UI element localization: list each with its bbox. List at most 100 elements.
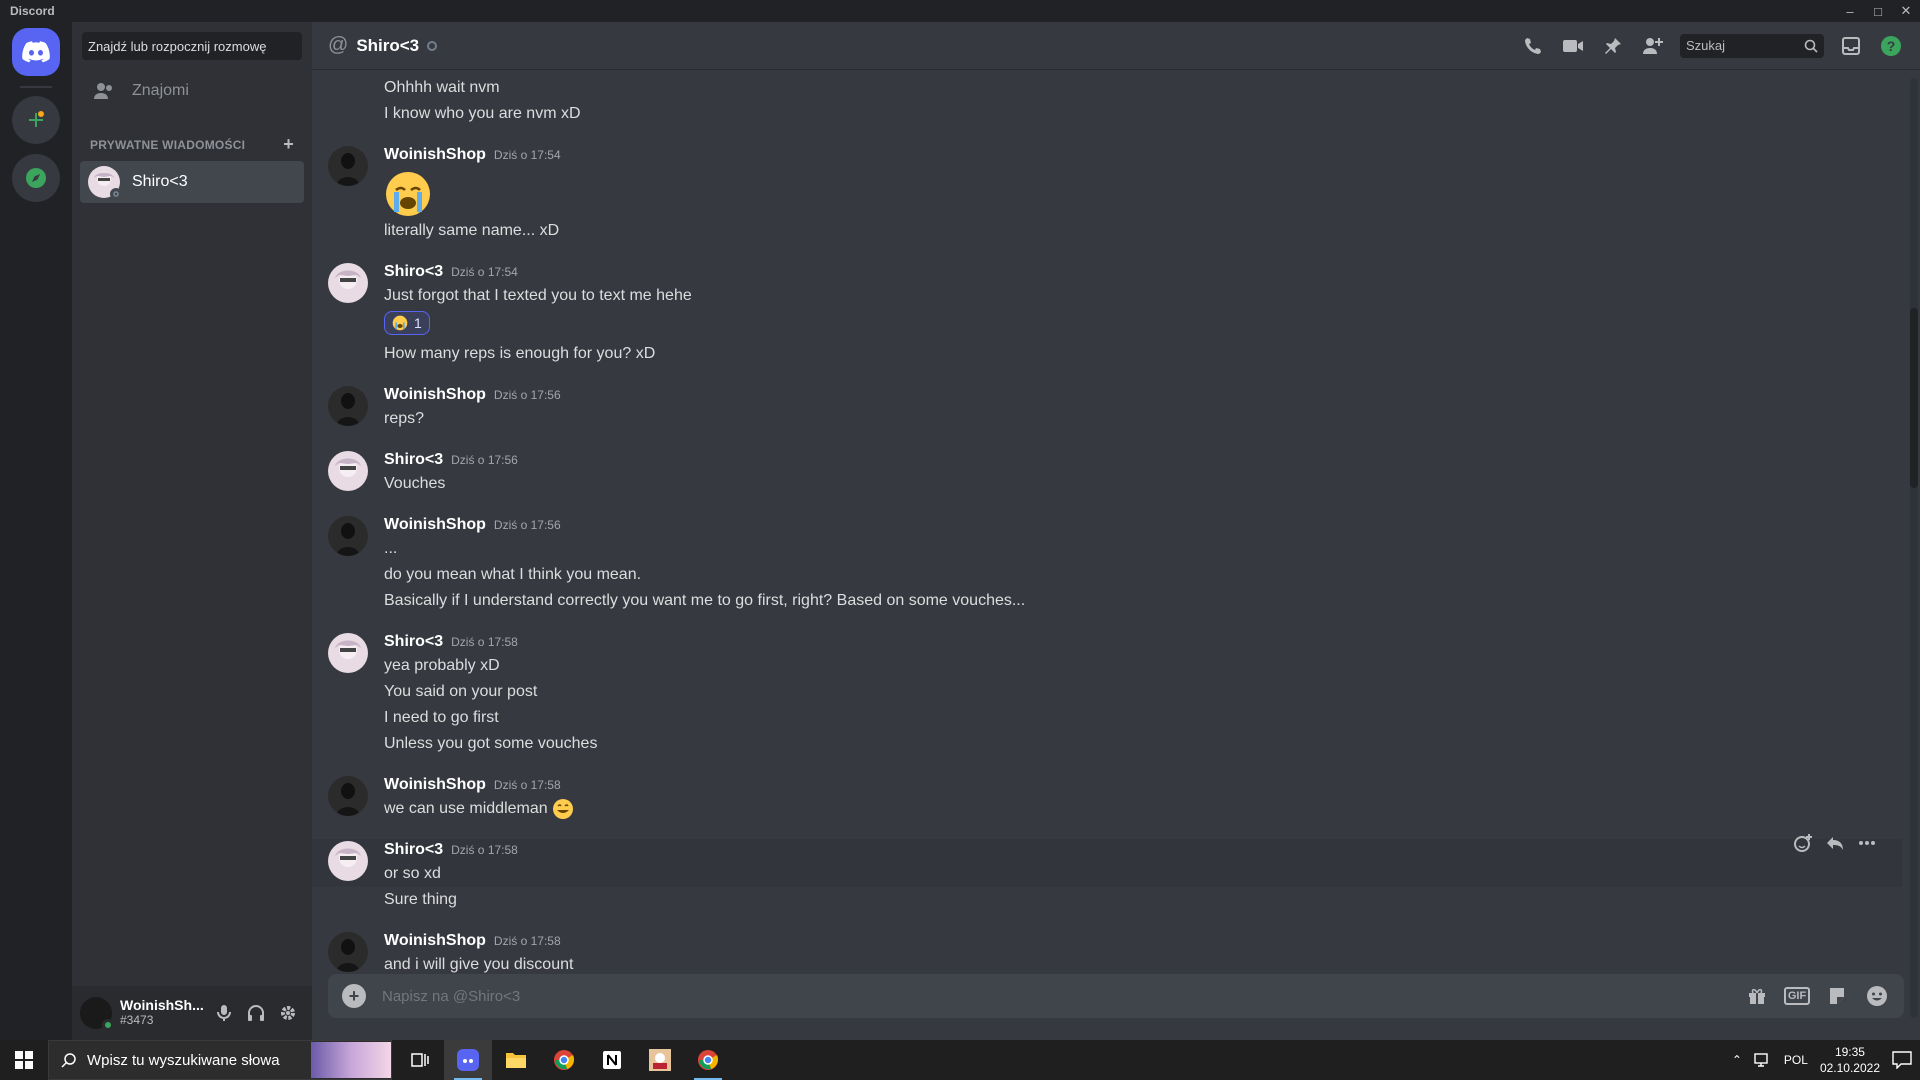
message-line: Ohhhh wait nvm [384,79,500,96]
add-reaction-button[interactable] [1790,830,1816,856]
dm-header-label: PRYWATNE WIADOMOŚCI [90,137,246,152]
message-author[interactable]: Shiro<3 [384,451,443,469]
dm-search-input[interactable]: Znajdź lub rozpocznij rozmowę [82,32,302,60]
gear-icon [281,1006,295,1020]
deafen-button[interactable] [240,997,272,1029]
reply-button[interactable] [1822,830,1848,856]
avatar[interactable] [80,997,114,1031]
friends-button[interactable]: Znajomi [80,70,304,112]
help-icon: ? [1881,35,1901,56]
task-view-button[interactable] [396,1040,444,1080]
taskbar-search-input[interactable]: Wpisz tu wyszukiwane słowa [48,1040,392,1080]
message-group: WoinishShop Dziś o 17:54 literally same n… [312,144,1902,244]
message-author[interactable]: Shiro<3 [384,263,443,281]
more-options-button[interactable] [1854,830,1880,856]
message-author[interactable]: WoinishShop [384,146,486,164]
sticker-button[interactable] [1824,983,1850,1009]
explore-servers-button[interactable] [12,154,60,202]
voice-call-button[interactable] [1520,33,1546,59]
search-highlight-image [311,1042,391,1078]
message-text: Vouches [384,475,446,492]
inbox-icon [1842,36,1860,55]
help-button[interactable]: ? [1878,33,1904,59]
inbox-button[interactable] [1838,33,1864,59]
add-server-button[interactable] [12,96,60,144]
avatar[interactable] [328,516,368,556]
scrollbar-thumb[interactable] [1910,308,1918,488]
message-text: reps? [384,410,425,427]
add-user-icon [1643,37,1663,54]
input-language[interactable]: POL [1784,1053,1808,1067]
discord-logo-icon [22,41,50,63]
message-timestamp: Dziś o 17:58 [493,778,561,792]
gift-button[interactable] [1744,983,1770,1009]
add-friend-to-dm-button[interactable] [1640,33,1666,59]
message-author[interactable]: WoinishShop [384,386,486,404]
message-author[interactable]: WoinishShop [384,932,486,950]
pinned-messages-button[interactable] [1600,33,1626,59]
emoji-button[interactable] [1864,983,1890,1009]
avatar[interactable] [328,451,368,491]
taskbar-app-image[interactable] [636,1040,684,1080]
minimize-button[interactable]: – [1836,0,1864,22]
message-group: Shiro<3 Dziś o 17:54 Just forgot that I t… [312,261,1902,367]
avatar[interactable] [328,633,368,673]
avatar[interactable] [328,841,368,882]
message-timestamp: Dziś o 17:58 [493,934,561,949]
avatar[interactable] [328,146,368,186]
gif-button[interactable]: GIF [1783,983,1811,1009]
message-line: I know who you are nvm xD [384,105,581,122]
message-group: Shiro<3 Dziś o 17:58 yea probably xD You … [312,631,1902,757]
home-button[interactable] [12,28,60,76]
channel-title: Shiro<3 [356,35,420,55]
message-text: You said on your post [384,683,538,700]
user-panel: WoinishSh... #3473 [72,986,312,1040]
message-scrollbar[interactable] [1910,78,1918,1018]
online-status-icon [102,1019,114,1031]
search-icon [1804,39,1818,53]
notifications-icon[interactable] [1892,1051,1912,1069]
message-text: I need to go first [384,709,499,726]
video-call-button[interactable] [1560,33,1586,59]
mute-button[interactable] [208,997,240,1029]
message-author[interactable]: Shiro<3 [384,841,443,859]
start-button[interactable] [0,1040,48,1080]
crying-emoji-icon [392,315,408,331]
microphone-icon [217,1005,231,1021]
maximize-button[interactable]: □ [1864,0,1892,22]
message-input[interactable]: Napisz na @Shiro<3 [382,988,1730,1005]
user-settings-button[interactable] [272,997,304,1029]
message-group: WoinishShop Dziś o 17:58 and i will give … [312,930,1902,978]
close-button[interactable]: ✕ [1892,0,1920,22]
message-author[interactable]: WoinishShop [384,516,486,534]
message-author[interactable]: Shiro<3 [384,633,443,651]
network-icon[interactable] [1754,1052,1772,1068]
avatar[interactable] [328,932,368,973]
message-timestamp: Dziś o 17:54 [451,265,518,279]
taskbar-file-explorer[interactable] [492,1040,540,1080]
taskbar-chrome[interactable] [540,1040,588,1080]
search-input[interactable]: Szukaj [1680,33,1824,58]
dm-item-shiro[interactable]: Shiro<3 [80,161,304,203]
clock[interactable]: 19:35 02.10.2022 [1820,1044,1880,1076]
avatar[interactable] [328,776,368,816]
friends-label: Znajomi [132,82,189,99]
headphones-icon [248,1005,264,1021]
reaction-button[interactable]: 1 [384,311,430,335]
message-text: Basically if I understand correctly you … [384,592,1026,609]
chrome-icon [554,1050,575,1070]
taskbar-notion[interactable] [588,1040,636,1080]
create-dm-plus-icon[interactable]: + [283,134,294,155]
avatar[interactable] [328,263,368,303]
show-hidden-icons-chevron-up-icon[interactable]: ⌃ [1732,1053,1742,1067]
friends-icon [94,83,112,99]
taskbar-discord[interactable] [444,1040,492,1080]
upload-plus-icon[interactable]: + [342,984,366,1008]
message-composer[interactable]: + Napisz na @Shiro<3 GIF [328,974,1904,1018]
pin-icon [1605,37,1621,54]
avatar[interactable] [328,386,368,426]
message-author[interactable]: WoinishShop [384,776,486,794]
taskbar-search-placeholder: Wpisz tu wyszukiwane słowa [87,1051,280,1069]
taskbar-chrome-profile[interactable] [684,1040,732,1080]
message-text: or so xd [384,865,441,883]
